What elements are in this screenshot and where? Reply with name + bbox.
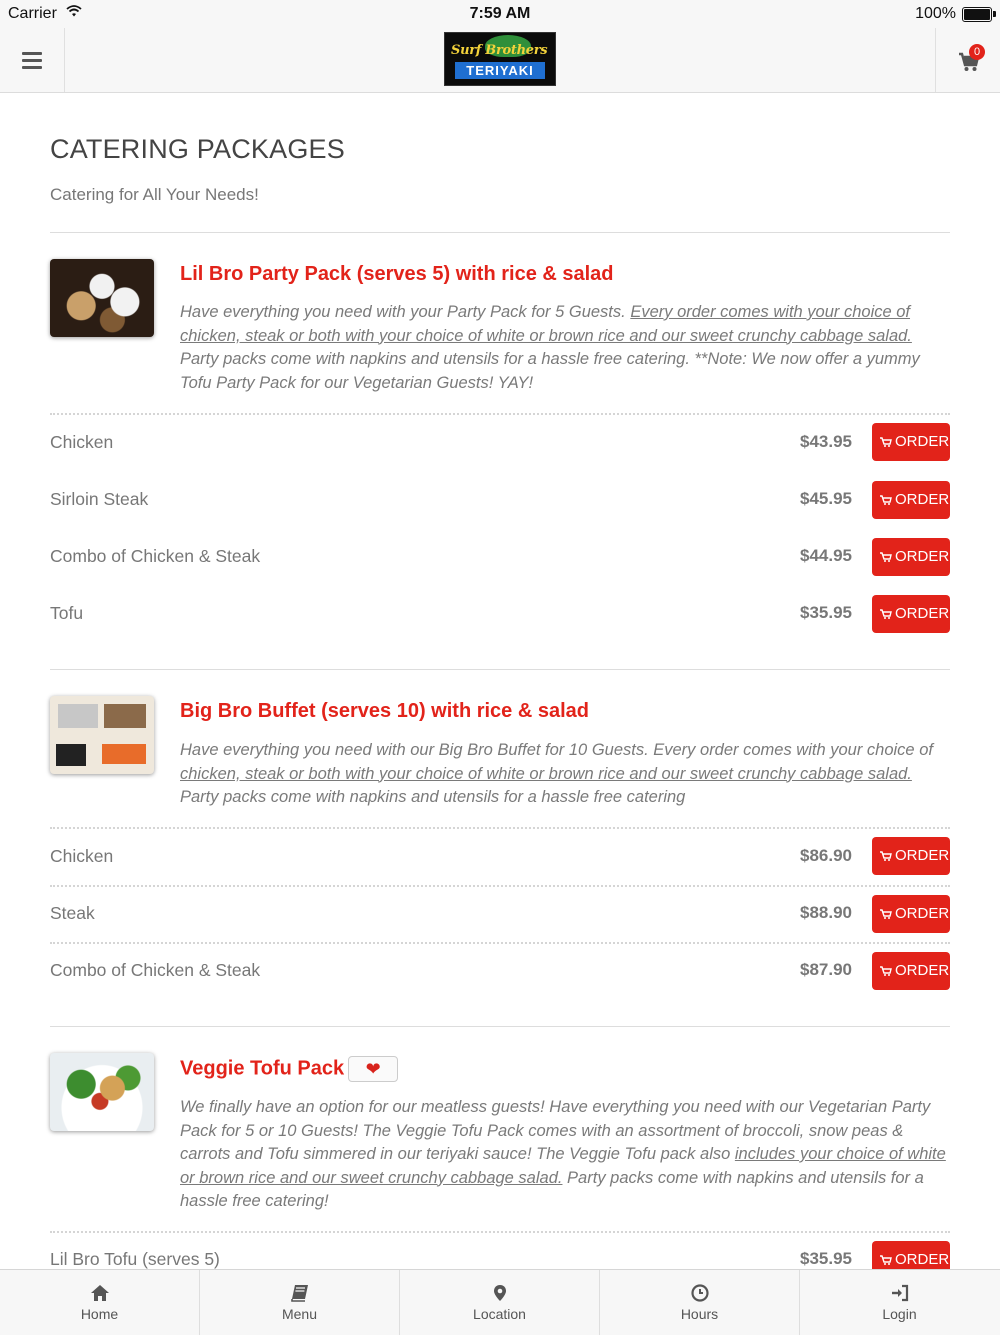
tab-label: Menu [281,1306,318,1322]
tab-login[interactable]: Login [800,1270,999,1335]
item-price: $43.95 [800,432,852,451]
logo-top-text: Surf Brothers [451,43,548,58]
item-name: Tofu [50,603,84,623]
map-pin-icon [494,1285,506,1301]
order-label: ORDER [895,962,950,979]
order-button[interactable]: ORDER [872,952,950,990]
item-separator [50,1231,950,1233]
package-image-big-bro[interactable] [50,696,154,774]
description-text: Have everything you need with your Party… [180,303,631,321]
description-text: Party packs come with napkins and utensi… [180,788,686,806]
item-separator [50,885,950,887]
item-price: $87.90 [800,960,852,979]
logo-bottom-text: TERIYAKI [455,62,545,79]
item-name: Chicken [50,846,114,866]
description-text: Have everything you need with our Big Br… [180,741,933,759]
package-description-veggie-tofu: We finally have an option for our meatle… [180,1096,950,1214]
order-label: ORDER [895,847,950,864]
order-label: ORDER [895,1251,950,1268]
package-title-text: Veggie Tofu Pack [180,1057,345,1080]
bottom-tab-bar: Home Menu Location Hours Login [0,1269,1000,1335]
battery-tip [993,11,996,17]
tab-home[interactable]: Home [0,1270,200,1335]
brand-logo[interactable]: Surf Brothers TERIYAKI [444,32,556,86]
section-divider [50,1026,950,1027]
order-label: ORDER [895,433,950,450]
section-divider [50,669,950,670]
description-underlined-text: chicken, steak or both with your choice … [180,764,912,783]
package-title-lil-bro[interactable]: Lil Bro Party Pack (serves 5) with rice … [180,263,614,286]
item-name: Combo of Chicken & Steak [50,960,261,980]
order-label: ORDER [895,605,950,622]
home-icon [91,1285,109,1301]
cart-count-badge: 0 [969,44,985,60]
item-price: $86.90 [800,846,852,865]
item-price: $88.90 [800,903,852,922]
package-description-lil-bro: Have everything you need with your Party… [180,301,950,395]
item-price: $45.95 [800,489,852,508]
item-price: $44.95 [800,546,852,565]
item-name: Sirloin Steak [50,489,149,509]
cart-icon [880,596,892,619]
item-price: $35.95 [800,1249,852,1268]
cart-icon [880,953,892,976]
package-title-veggie-tofu[interactable]: Veggie Tofu Pack ❤ [180,1056,399,1082]
order-button[interactable]: ORDER [872,837,950,875]
clock-time: 7:59 AM [469,5,531,22]
hamburger-icon-bar [22,59,42,62]
package-image-lil-bro[interactable] [50,259,154,337]
tab-hours[interactable]: Hours [600,1270,800,1335]
order-button[interactable]: ORDER [872,481,950,519]
package-image-veggie-tofu[interactable] [50,1053,154,1131]
item-price: $35.95 [800,603,852,622]
cart-button[interactable]: 0 [935,28,1000,92]
order-label: ORDER [895,905,950,922]
menu-button[interactable] [0,28,65,92]
hamburger-icon [22,52,42,55]
tab-label: Home [80,1306,119,1322]
status-bar: Carrier 7:59 AM 100% [0,0,1000,28]
sign-in-icon [892,1284,909,1302]
cart-icon [880,1242,892,1265]
tab-location[interactable]: Location [400,1270,600,1335]
cart-icon [880,896,892,919]
cart-icon [880,424,892,447]
order-label: ORDER [895,548,950,565]
battery-percent: 100% [915,5,956,22]
book-icon [291,1285,308,1302]
page-title: CATERING PACKAGES [50,134,345,164]
tab-label: Login [882,1306,917,1322]
package-description-big-bro: Have everything you need with our Big Br… [180,739,950,810]
tab-menu[interactable]: Menu [200,1270,400,1335]
hamburger-icon-bar [22,66,42,69]
clock-icon [691,1284,709,1302]
item-name: Lil Bro Tofu (serves 5) [50,1249,220,1269]
item-name: Chicken [50,432,114,452]
battery-icon [962,7,992,22]
item-name: Combo of Chicken & Steak [50,546,261,566]
order-button[interactable]: ORDER [872,423,950,461]
heart-icon: ❤ [348,1056,399,1082]
order-button[interactable]: ORDER [872,895,950,933]
item-separator [50,827,950,829]
order-button[interactable]: ORDER [872,538,950,576]
item-separator [50,942,950,944]
item-name: Steak [50,903,95,923]
tab-label: Hours [680,1306,719,1322]
tab-label: Location [473,1306,526,1322]
order-label: ORDER [895,491,950,508]
description-text: Party packs come with napkins and utensi… [180,350,920,392]
cart-icon [880,838,892,861]
cart-icon [880,539,892,562]
app-header: Surf Brothers TERIYAKI 0 [0,28,1000,93]
item-separator [50,413,950,415]
cart-icon [880,482,892,505]
order-button[interactable]: ORDER [872,595,950,633]
section-divider [50,232,950,233]
package-title-big-bro[interactable]: Big Bro Buffet (serves 10) with rice & s… [180,700,589,723]
page-subtitle: Catering for All Your Needs! [50,185,259,204]
